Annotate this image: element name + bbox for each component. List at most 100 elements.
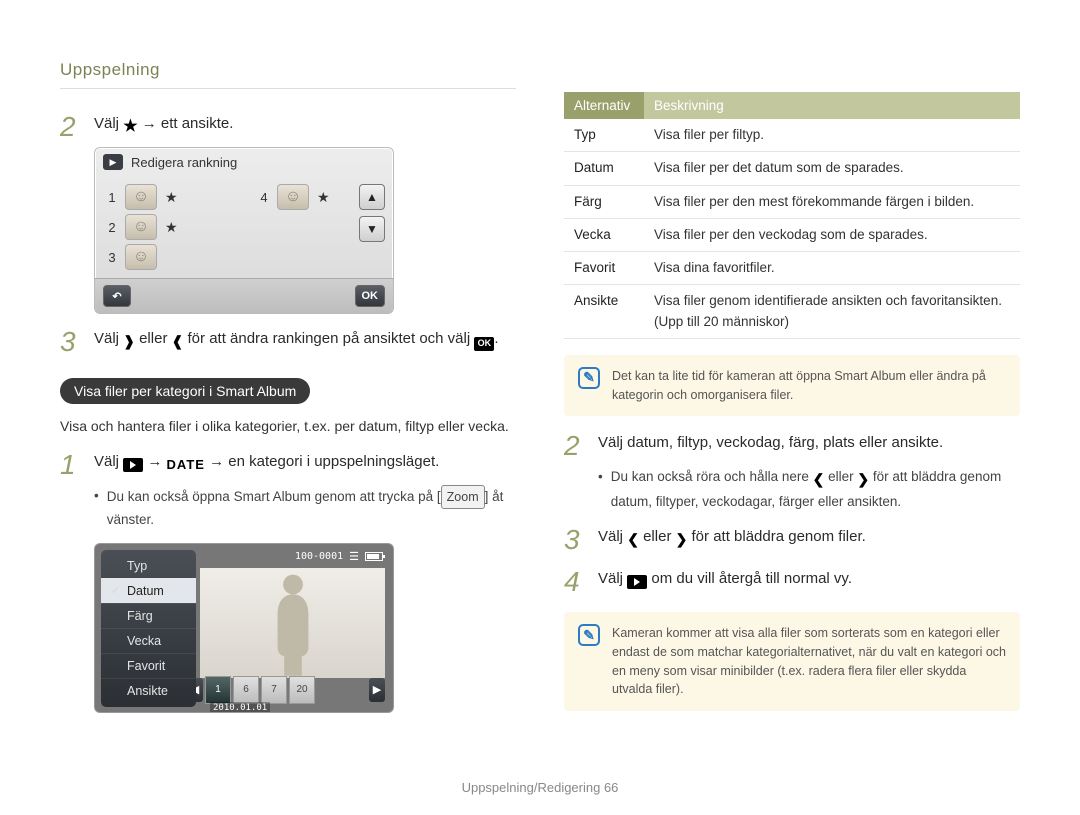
left-column: Uppspelning 2 Välj ★ → ett ansikte. ▶ Re…	[60, 60, 516, 727]
table-row: TypVisa filer per filtyp.	[564, 119, 1020, 152]
face-thumb: ☺	[125, 214, 157, 240]
category-item-typ[interactable]: Typ	[101, 554, 196, 578]
photo-preview	[200, 568, 385, 678]
zoom-key: Zoom	[441, 485, 485, 509]
text: Välj	[598, 528, 627, 545]
note-text: Det kan ta lite tid för kameran att öppn…	[612, 367, 1006, 405]
table-row: FavoritVisa dina favoritfiler.	[564, 252, 1020, 285]
text: →	[147, 453, 166, 470]
paragraph: Visa och hantera filer i olika kategorie…	[60, 416, 516, 437]
star-icon: ★	[317, 189, 330, 206]
ranking-panel: ▶ Redigera rankning 1 ☺ ★ 2 ☺ ★	[94, 147, 394, 314]
section-title: Uppspelning	[60, 60, 516, 80]
star-icon: ★	[123, 115, 137, 139]
info-note: ✎ Kameran kommer att visa alla filer som…	[564, 612, 1020, 711]
face-thumb: ☺	[125, 244, 157, 270]
chevron-right-icon: ❯	[857, 468, 869, 490]
thumb[interactable]: 20	[289, 676, 315, 704]
step-2-left: 2 Välj ★ → ett ansikte.	[60, 113, 516, 141]
chevron-right-icon: ❯	[676, 529, 688, 550]
text: för att bläddra genom filer.	[692, 528, 866, 545]
text: Välj	[94, 330, 123, 347]
rank-row[interactable]: 3 ☺	[107, 244, 229, 270]
play-icon	[627, 575, 647, 589]
text: → en kategori i uppspelningsläget.	[209, 453, 439, 470]
step-number: 2	[60, 113, 82, 141]
step-body: Välj om du vill återgå till normal vy.	[598, 568, 1020, 591]
info-icon: ✎	[578, 367, 600, 389]
panel-header: ▶ Redigera rankning	[95, 148, 393, 176]
text: för att ändra rankingen på ansiktet och …	[188, 330, 475, 347]
options-table: Alternativ Beskrivning TypVisa filer per…	[564, 92, 1020, 339]
text: Du kan också röra och hålla nere	[611, 469, 813, 484]
step-number: 1	[60, 451, 82, 479]
step-3-left: 3 Välj ❱ eller ❰ för att ändra rankingen…	[60, 328, 516, 356]
step-4-right: 4 Välj om du vill återgå till normal vy.	[564, 568, 1020, 596]
text: eller	[139, 330, 172, 347]
rank-number: 2	[107, 220, 117, 235]
text: .	[494, 330, 498, 347]
category-screen: 100-0001 ☰ Typ ✔Datum Färg Vecka Favorit…	[94, 543, 394, 713]
date-icon: DATE	[167, 455, 205, 475]
category-item-farg[interactable]: Färg	[101, 603, 196, 628]
panel-title: Redigera rankning	[131, 155, 237, 170]
table-row: AnsikteVisa filer genom identifierade an…	[564, 285, 1020, 339]
info-note: ✎ Det kan ta lite tid för kameran att öp…	[564, 355, 1020, 417]
text: eller	[643, 528, 676, 545]
up-button[interactable]: ▲	[359, 184, 385, 210]
col-alternative: Alternativ	[564, 92, 644, 119]
strip-right-button[interactable]: ▶	[369, 678, 385, 702]
battery-icon	[365, 552, 383, 561]
person-silhouette-icon	[263, 568, 323, 678]
thumb[interactable]: 6	[233, 676, 259, 704]
star-icon: ★	[165, 219, 178, 236]
thumb[interactable]: 1	[205, 676, 231, 704]
divider	[60, 88, 516, 89]
rank-row[interactable]: 1 ☺ ★	[107, 184, 229, 210]
step-body: Välj ★ → ett ansikte.	[94, 113, 516, 139]
right-column: Alternativ Beskrivning TypVisa filer per…	[564, 60, 1020, 727]
step-body: Välj ❱ eller ❰ för att ändra rankingen p…	[94, 328, 516, 352]
ok-button[interactable]: OK	[355, 285, 386, 307]
panel-footer: ↶ OK	[95, 278, 393, 313]
thumb[interactable]: 7	[261, 676, 287, 704]
rank-number: 1	[107, 190, 117, 205]
text: om du vill återgå till normal vy.	[651, 570, 852, 587]
play-icon	[123, 458, 143, 472]
subsection-badge: Visa filer per kategori i Smart Album	[60, 378, 310, 404]
note-text: Kameran kommer att visa alla filer som s…	[612, 624, 1006, 699]
ok-icon: OK	[474, 337, 494, 351]
category-item-ansikte[interactable]: Ansikte	[101, 678, 196, 703]
screen-status: 100-0001 ☰	[295, 550, 383, 563]
thumb-strip: 1 6 7 20	[205, 676, 367, 704]
panel-side-buttons: ▲ ▼	[359, 184, 385, 242]
rank-row[interactable]: 2 ☺ ★	[107, 214, 229, 240]
step-body: Välj datum, filtyp, veckodag, färg, plat…	[598, 432, 1020, 455]
category-item-vecka[interactable]: Vecka	[101, 628, 196, 653]
rank-number: 4	[259, 190, 269, 205]
step-body: Välj ❮ eller ❯ för att bläddra genom fil…	[598, 526, 1020, 550]
info-icon: ✎	[578, 624, 600, 646]
ranking-rows: 1 ☺ ★ 2 ☺ ★ 3 ☺	[95, 176, 393, 278]
text: Välj	[94, 453, 123, 470]
chevron-left-icon: ❮	[627, 529, 639, 550]
face-thumb: ☺	[125, 184, 157, 210]
play-icon: ▶	[103, 154, 123, 170]
down-button[interactable]: ▼	[359, 216, 385, 242]
page: Uppspelning 2 Välj ★ → ett ansikte. ▶ Re…	[0, 0, 1080, 757]
counter: 100-0001	[295, 551, 343, 562]
table-header-row: Alternativ Beskrivning	[564, 92, 1020, 119]
bullet: Du kan också öppna Smart Album genom att…	[94, 485, 516, 531]
step-3-right: 3 Välj ❮ eller ❯ för att bläddra genom f…	[564, 526, 1020, 554]
step-number: 2	[564, 432, 586, 460]
rank-number: 3	[107, 250, 117, 265]
page-footer: Uppspelning/Redigering 66	[0, 780, 1080, 795]
text: Välj	[94, 115, 123, 132]
category-list: Typ ✔Datum Färg Vecka Favorit Ansikte	[101, 550, 196, 707]
text: Välj	[598, 570, 627, 587]
text: → ett ansikte.	[142, 115, 234, 132]
back-button[interactable]: ↶	[103, 285, 131, 307]
text: Du kan också öppna Smart Album genom att…	[107, 489, 437, 504]
category-item-datum[interactable]: ✔Datum	[101, 578, 196, 603]
category-item-favorit[interactable]: Favorit	[101, 653, 196, 678]
